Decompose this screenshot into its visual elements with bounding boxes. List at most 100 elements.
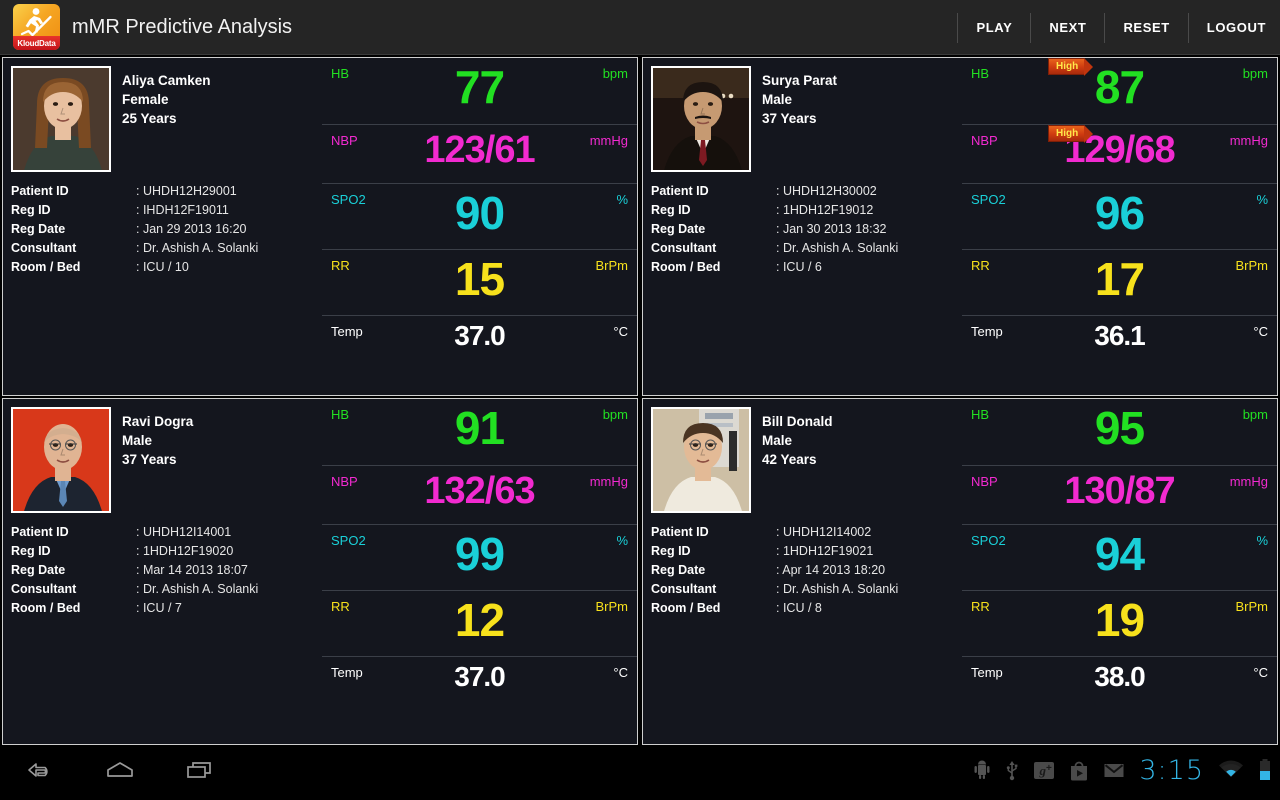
vital-row-temp[interactable]: Temp 37.0 °C <box>322 315 637 395</box>
patient-photo <box>11 407 111 513</box>
patient-details: Patient ID : UHDH12H29001 Reg ID : IHDH1… <box>11 182 322 277</box>
patient-photo-image <box>653 409 749 511</box>
detail-row-room-bed: Room / Bed : ICU / 10 <box>11 258 322 277</box>
detail-row-consultant: Consultant : Dr. Ashish A. Solanki <box>651 239 962 258</box>
back-button[interactable] <box>0 759 80 781</box>
next-button[interactable]: NEXT <box>1031 12 1106 43</box>
patient-card[interactable]: Aliya Camken Female 25 Years Patient ID … <box>2 57 638 396</box>
vital-row-spo2[interactable]: SPO2 94 % <box>962 524 1277 590</box>
vital-row-rr[interactable]: RR 15 BrPm <box>322 249 637 315</box>
vital-row-hb[interactable]: HB 95 bpm <box>962 399 1277 465</box>
vital-row-rr[interactable]: RR 12 BrPm <box>322 590 637 656</box>
vital-label-spo2: SPO2 <box>971 192 1006 207</box>
google-plus-icon: g + <box>1033 759 1055 781</box>
detail-label: Reg ID <box>11 203 51 217</box>
vital-row-spo2[interactable]: SPO2 90 % <box>322 183 637 249</box>
play-button[interactable]: PLAY <box>957 12 1032 43</box>
nav-buttons <box>0 759 240 781</box>
detail-label: Consultant <box>651 241 717 255</box>
vitals-panel: HB 91 bpm NBP 132/63 mmHg SPO2 99 % RR 1… <box>322 399 637 744</box>
patient-name: Surya Parat <box>762 73 838 88</box>
detail-row-reg-id: Reg ID : 1HDH12F19021 <box>651 542 962 561</box>
detail-value: : 1HDH12F19012 <box>776 203 874 217</box>
patient-card[interactable]: Surya Parat Male 37 Years Patient ID : U… <box>642 57 1278 396</box>
detail-row-reg-id: Reg ID : 1HDH12F19012 <box>651 201 962 220</box>
vital-unit-spo2: % <box>616 192 628 207</box>
vital-value-rr: 15 <box>454 253 505 305</box>
detail-label: Reg ID <box>651 544 691 558</box>
vital-label-spo2: SPO2 <box>971 533 1006 548</box>
detail-value: : ICU / 7 <box>136 601 182 615</box>
recents-button[interactable] <box>160 759 240 781</box>
patient-identity: Aliya Camken Female 25 Years <box>122 66 211 172</box>
vital-value-rr: 17 <box>1094 253 1145 305</box>
detail-label: Reg Date <box>11 222 66 236</box>
status-tray: g + 3:15 <box>973 745 1272 795</box>
vital-row-nbp[interactable]: NBP 132/63 mmHg <box>322 465 637 524</box>
patient-identity: Bill Donald Male 42 Years <box>762 407 833 513</box>
patient-gender: Male <box>762 433 793 448</box>
vital-label-hb: HB <box>971 407 990 422</box>
vital-row-spo2[interactable]: SPO2 99 % <box>322 524 637 590</box>
system-bar: g + 3:15 <box>0 745 1280 795</box>
patient-age: 37 Years <box>762 111 817 126</box>
vital-value-spo2: 94 <box>1094 528 1145 580</box>
patient-grid: Aliya Camken Female 25 Years Patient ID … <box>0 55 1280 745</box>
vital-row-rr[interactable]: RR 17 BrPm <box>962 249 1277 315</box>
vital-row-spo2[interactable]: SPO2 96 % <box>962 183 1277 249</box>
vital-unit-temp: °C <box>1253 324 1268 339</box>
vital-row-hb[interactable]: HB 91 bpm <box>322 399 637 465</box>
patient-photo-image <box>13 409 109 511</box>
battery-icon <box>1258 758 1272 782</box>
vital-unit-hb: bpm <box>1242 407 1268 422</box>
vital-value-rr: 19 <box>1094 594 1145 646</box>
detail-row-reg-date: Reg Date : Mar 14 2013 18:07 <box>11 561 322 580</box>
detail-value: : Dr. Ashish A. Solanki <box>136 241 259 255</box>
vital-row-nbp[interactable]: NBP 130/87 mmHg <box>962 465 1277 524</box>
patient-details: Patient ID : UHDH12I14002 Reg ID : 1HDH1… <box>651 523 962 618</box>
detail-label: Patient ID <box>651 525 709 539</box>
vital-row-hb[interactable]: HB High 87 bpm <box>962 58 1277 124</box>
patient-card[interactable]: Bill Donald Male 42 Years Patient ID : U… <box>642 398 1278 745</box>
alert-badge-nbp: High <box>1048 125 1094 143</box>
patient-header: Surya Parat Male 37 Years <box>651 66 962 172</box>
vital-value-hb: 77 <box>454 61 505 113</box>
vital-value-hb: 87 <box>1094 61 1145 113</box>
vital-unit-rr: BrPm <box>1235 258 1269 273</box>
detail-value: : Dr. Ashish A. Solanki <box>136 582 259 596</box>
patient-card[interactable]: Ravi Dogra Male 37 Years Patient ID : UH… <box>2 398 638 745</box>
vital-label-hb: HB <box>331 407 350 422</box>
vital-row-rr[interactable]: RR 19 BrPm <box>962 590 1277 656</box>
detail-value: : Mar 14 2013 18:07 <box>136 563 248 577</box>
detail-row-room-bed: Room / Bed : ICU / 7 <box>11 599 322 618</box>
detail-value: : ICU / 6 <box>776 260 822 274</box>
detail-label: Room / Bed <box>11 260 81 274</box>
detail-value: : IHDH12F19011 <box>136 203 229 217</box>
vital-row-nbp[interactable]: NBP High 129/68 mmHg <box>962 124 1277 183</box>
back-icon <box>28 763 48 777</box>
vital-unit-hb: bpm <box>602 407 628 422</box>
vital-row-temp[interactable]: Temp 36.1 °C <box>962 315 1277 395</box>
detail-row-consultant: Consultant : Dr. Ashish A. Solanki <box>11 580 322 599</box>
vital-label-hb: HB <box>331 66 350 81</box>
reset-button[interactable]: RESET <box>1105 12 1189 43</box>
page-title: mMR Predictive Analysis <box>72 15 293 38</box>
home-icon <box>107 762 133 777</box>
vital-row-temp[interactable]: Temp 38.0 °C <box>962 656 1277 744</box>
detail-row-reg-id: Reg ID : 1HDH12F19020 <box>11 542 322 561</box>
vital-row-temp[interactable]: Temp 37.0 °C <box>322 656 637 744</box>
patient-details: Patient ID : UHDH12H30002 Reg ID : 1HDH1… <box>651 182 962 277</box>
logout-button[interactable]: LOGOUT <box>1189 13 1280 43</box>
patient-header: Ravi Dogra Male 37 Years <box>11 407 322 513</box>
vital-row-nbp[interactable]: NBP 123/61 mmHg <box>322 124 637 183</box>
home-button[interactable] <box>80 759 160 781</box>
vital-value-spo2: 90 <box>454 187 505 239</box>
detail-value: : UHDH12H30002 <box>776 184 877 198</box>
detail-label: Reg ID <box>651 203 691 217</box>
vital-row-hb[interactable]: HB 77 bpm <box>322 58 637 124</box>
patient-name: Ravi Dogra <box>122 414 194 429</box>
detail-label: Consultant <box>11 582 77 596</box>
vital-label-temp: Temp <box>331 324 363 339</box>
patient-gender: Female <box>122 92 169 107</box>
wifi-icon <box>1218 759 1244 781</box>
